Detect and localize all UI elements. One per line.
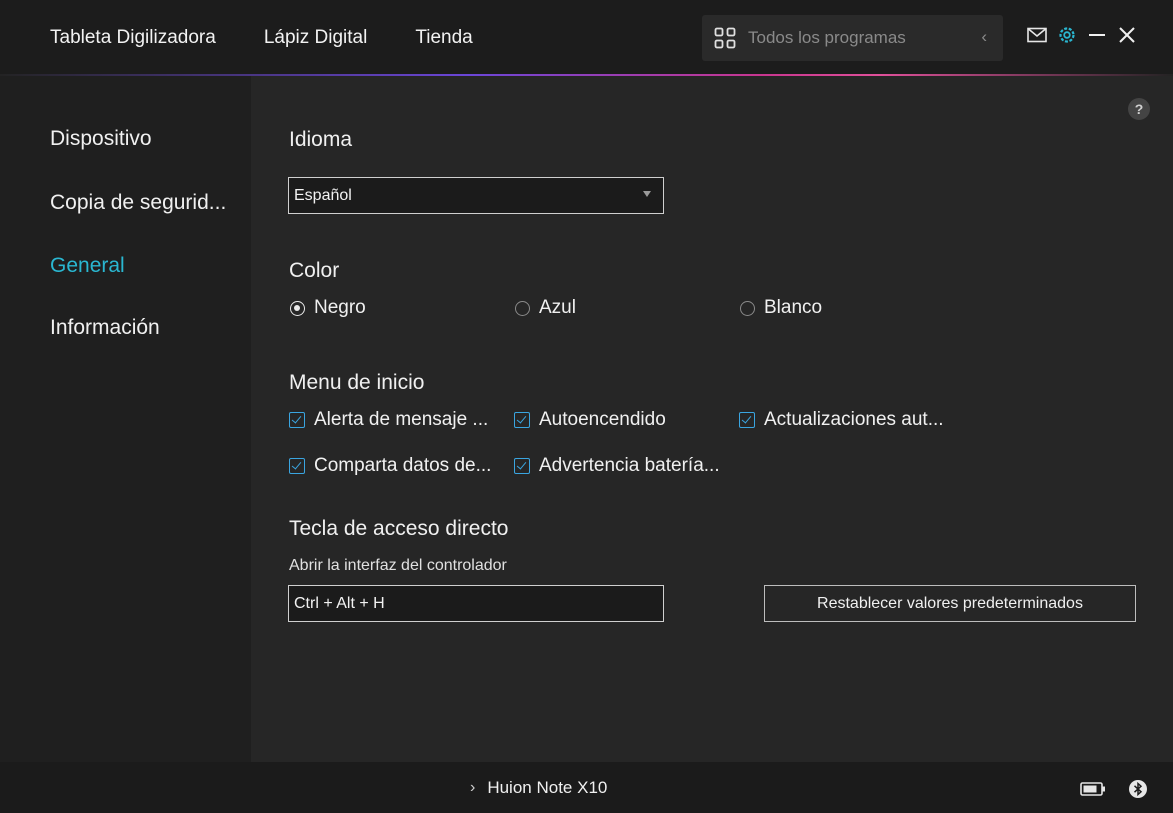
sidebar xyxy=(0,76,251,762)
checkbox-checked-icon xyxy=(514,412,530,428)
checkbox-battery-warning[interactable]: Advertencia batería... xyxy=(514,454,720,478)
nav-tablet[interactable]: Tableta Digilizadora xyxy=(50,27,216,49)
top-nav: Tableta Digilizadora Lápiz Digital Tiend… xyxy=(50,0,521,76)
checkbox-share-data[interactable]: Comparta datos de... xyxy=(289,454,491,478)
hotkey-input[interactable]: Ctrl + Alt + H xyxy=(288,585,664,622)
checkbox-checked-icon xyxy=(289,458,305,474)
nav-store[interactable]: Tienda xyxy=(415,27,472,49)
chevron-right-icon: › xyxy=(470,778,476,796)
radio-blue-label: Azul xyxy=(539,297,576,318)
minimize-icon[interactable] xyxy=(1087,25,1107,50)
top-bar: Tableta Digilizadora Lápiz Digital Tiend… xyxy=(0,0,1173,74)
chevron-left-icon[interactable]: ‹ xyxy=(981,27,987,47)
radio-blue[interactable]: Azul xyxy=(515,296,576,320)
battery-icon xyxy=(1080,782,1106,801)
mail-icon[interactable] xyxy=(1027,27,1047,48)
language-selected: Español xyxy=(294,186,352,204)
checkbox-autostart[interactable]: Autoencendido xyxy=(514,408,666,432)
radio-selected-icon xyxy=(290,300,305,316)
sidebar-item-device[interactable]: Dispositivo xyxy=(50,127,152,151)
bottom-bar: › Huion Note X10 xyxy=(0,762,1173,813)
language-title: Idioma xyxy=(289,128,353,151)
checkbox-label: Advertencia batería... xyxy=(539,455,720,476)
checkbox-checked-icon xyxy=(739,412,755,428)
radio-black[interactable]: Negro xyxy=(290,296,366,320)
checkbox-auto-updates[interactable]: Actualizaciones aut... xyxy=(739,408,944,432)
checkbox-label: Alerta de mensaje ... xyxy=(314,409,489,430)
reset-defaults-button[interactable]: Restablecer valores predeterminados xyxy=(764,585,1136,622)
checkbox-message-alert[interactable]: Alerta de mensaje ... xyxy=(289,408,488,432)
checkbox-label: Autoencendido xyxy=(539,409,666,430)
device-name: Huion Note X10 xyxy=(487,777,608,797)
checkbox-checked-icon xyxy=(289,412,305,428)
checkbox-checked-icon xyxy=(514,458,530,474)
close-icon[interactable] xyxy=(1117,25,1137,50)
color-title: Color xyxy=(289,259,340,282)
radio-white[interactable]: Blanco xyxy=(740,296,822,320)
hotkey-title: Tecla de acceso directo xyxy=(289,517,509,540)
grid-icon xyxy=(714,27,736,49)
hotkey-value: Ctrl + Alt + H xyxy=(294,594,385,612)
checkbox-label: Actualizaciones aut... xyxy=(764,409,944,430)
radio-unselected-icon xyxy=(515,300,530,316)
help-icon[interactable]: ? xyxy=(1128,98,1150,120)
language-select[interactable]: Español xyxy=(288,177,664,214)
caret-down-icon xyxy=(643,191,651,197)
radio-black-label: Negro xyxy=(314,297,366,318)
hotkey-sublabel: Abrir la interfaz del controlador xyxy=(289,557,507,574)
window-controls xyxy=(1027,24,1147,50)
device-selector[interactable]: › Huion Note X10 xyxy=(470,762,607,813)
startup-title: Menu de inicio xyxy=(289,371,425,394)
sidebar-item-backup[interactable]: Copia de segurid... xyxy=(50,191,226,215)
bluetooth-icon xyxy=(1128,779,1148,804)
nav-pen[interactable]: Lápiz Digital xyxy=(264,27,368,49)
sidebar-item-general[interactable]: General xyxy=(50,254,125,278)
gear-icon[interactable] xyxy=(1057,25,1077,50)
radio-white-label: Blanco xyxy=(764,297,823,318)
all-programs-button[interactable]: Todos los programas ‹ xyxy=(702,15,1003,61)
checkbox-label: Comparta datos de... xyxy=(314,455,492,476)
programs-label: Todos los programas xyxy=(748,28,906,47)
sidebar-item-info[interactable]: Información xyxy=(50,316,160,340)
radio-unselected-icon xyxy=(740,300,755,316)
